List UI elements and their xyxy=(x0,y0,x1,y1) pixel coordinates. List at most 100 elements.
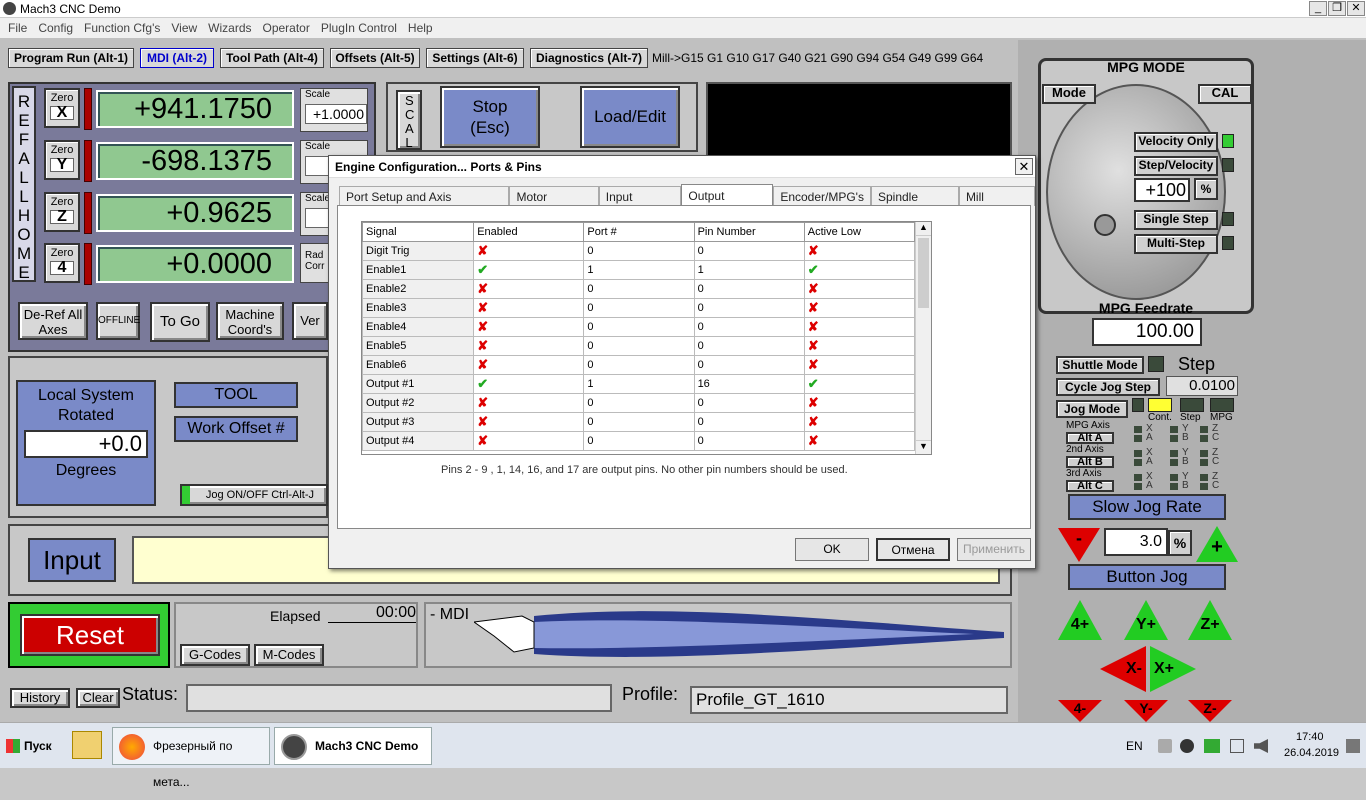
tab-output-signals[interactable]: Output Signals xyxy=(681,184,774,225)
signal-cell[interactable]: Output #3 xyxy=(362,412,475,432)
column-header-port[interactable]: Port # xyxy=(583,222,695,242)
pin-cell[interactable]: 0 xyxy=(693,393,805,413)
table-row[interactable]: Output #3 ✘ 0 0 ✘ xyxy=(362,412,916,432)
menu-file[interactable]: File xyxy=(8,21,27,35)
port-cell[interactable]: 0 xyxy=(583,279,695,299)
machine-coords-button[interactable]: Machine Coord's xyxy=(216,302,284,340)
table-row[interactable]: Output #4 ✘ 0 0 ✘ xyxy=(362,431,916,451)
active-low-cell[interactable]: ✘ xyxy=(803,412,916,432)
tab-mdi[interactable]: MDI (Alt-2) xyxy=(140,48,214,68)
signal-cell[interactable]: Enable6 xyxy=(362,355,475,375)
step-velocity-button[interactable]: Step/Velocity xyxy=(1134,156,1218,176)
table-row[interactable]: Enable3 ✘ 0 0 ✘ xyxy=(362,298,916,318)
column-header-signal[interactable]: Signal xyxy=(362,222,475,242)
port-cell[interactable]: 0 xyxy=(583,393,695,413)
ref-all-home-button[interactable]: REF ALL HOME xyxy=(12,86,36,282)
zero-x-button[interactable]: Zero X xyxy=(44,88,80,128)
multi-step-button[interactable]: Multi-Step xyxy=(1134,234,1218,254)
signal-cell[interactable]: Digit Trig xyxy=(362,241,475,261)
active-low-cell[interactable]: ✘ xyxy=(803,336,916,356)
alt-c-button[interactable]: Alt C xyxy=(1066,480,1114,492)
table-row[interactable]: Output #1 ✔ 1 16 ✔ xyxy=(362,374,916,394)
tab-spindle-setup[interactable]: Spindle Setup xyxy=(870,186,959,224)
taskbar-mach3[interactable]: Mach3 CNC Demo xyxy=(274,727,432,765)
menu-config[interactable]: Config xyxy=(38,21,73,35)
tab-diagnostics[interactable]: Diagnostics (Alt-7) xyxy=(530,48,648,68)
menu-function-cfgs[interactable]: Function Cfg's xyxy=(84,21,160,35)
x-scale-value[interactable]: +1.0000 xyxy=(305,104,367,124)
load-edit-button[interactable]: Load/Edit xyxy=(580,86,680,148)
single-step-button[interactable]: Single Step xyxy=(1134,210,1218,230)
enabled-cell[interactable]: ✘ xyxy=(473,279,585,299)
table-row[interactable]: Enable5 ✘ 0 0 ✘ xyxy=(362,336,916,356)
tab-settings[interactable]: Settings (Alt-6) xyxy=(426,48,524,68)
signal-cell[interactable]: Output #2 xyxy=(362,393,475,413)
column-header-active-low[interactable]: Active Low xyxy=(803,222,916,242)
gcodes-button[interactable]: G-Codes xyxy=(180,644,250,666)
tab-tool-path[interactable]: Tool Path (Alt-4) xyxy=(220,48,324,68)
scroll-thumb[interactable] xyxy=(918,238,929,308)
menu-operator[interactable]: Operator xyxy=(263,21,310,35)
signal-cell[interactable]: Output #1 xyxy=(362,374,475,394)
velocity-only-button[interactable]: Velocity Only xyxy=(1134,132,1218,152)
tab-input-signals[interactable]: Input Signals xyxy=(598,186,682,224)
port-cell[interactable]: 1 xyxy=(583,374,695,394)
menu-view[interactable]: View xyxy=(171,21,197,35)
a-dro[interactable]: +0.0000 xyxy=(96,245,294,283)
enabled-cell[interactable]: ✘ xyxy=(473,241,585,261)
offline-button[interactable]: OFFLINE xyxy=(96,302,140,340)
rotation-value[interactable]: +0.0 xyxy=(24,430,148,458)
jog-on-off-button[interactable]: Jog ON/OFF Ctrl-Alt-J xyxy=(180,484,328,506)
enabled-cell[interactable]: ✘ xyxy=(473,317,585,337)
port-cell[interactable]: 0 xyxy=(583,412,695,432)
notification-icon[interactable] xyxy=(1346,739,1360,753)
scroll-down-icon[interactable]: ▼ xyxy=(916,440,931,454)
active-low-cell[interactable]: ✘ xyxy=(803,298,916,318)
scale-toggle-button[interactable]: SCAL xyxy=(396,90,422,150)
tab-program-run[interactable]: Program Run (Alt-1) xyxy=(8,48,134,68)
jog-rate-value[interactable]: 3.0 xyxy=(1104,528,1168,556)
to-go-button[interactable]: To Go xyxy=(150,302,210,342)
y-dro[interactable]: -698.1375 xyxy=(96,142,294,180)
display-icon[interactable] xyxy=(1230,739,1244,753)
port-cell[interactable]: 0 xyxy=(583,317,695,337)
signal-cell[interactable]: Enable2 xyxy=(362,279,475,299)
minimize-button[interactable]: _ xyxy=(1309,1,1327,16)
jog-mode-button[interactable]: Jog Mode xyxy=(1056,400,1128,418)
close-button[interactable]: ✕ xyxy=(1347,1,1365,16)
history-button[interactable]: History xyxy=(10,688,70,708)
language-indicator[interactable]: EN xyxy=(1126,739,1143,753)
active-low-cell[interactable]: ✘ xyxy=(803,317,916,337)
port-cell[interactable]: 0 xyxy=(583,241,695,261)
signal-cell[interactable]: Enable1 xyxy=(362,260,475,280)
tab-encoder-mpgs[interactable]: Encoder/MPG's xyxy=(773,186,871,206)
table-row[interactable]: Enable2 ✘ 0 0 ✘ xyxy=(362,279,916,299)
start-button[interactable]: Пуск xyxy=(2,733,54,759)
restore-button[interactable]: ❐ xyxy=(1328,1,1346,16)
enabled-cell[interactable]: ✔ xyxy=(473,260,585,280)
dialog-close-button[interactable]: ✕ xyxy=(1015,158,1033,175)
cancel-button[interactable]: Отмена xyxy=(876,538,950,561)
tab-port-setup[interactable]: Port Setup and Axis Selection xyxy=(339,186,510,224)
x-dro[interactable]: +941.1750 xyxy=(96,90,294,128)
zero-z-button[interactable]: Zero Z xyxy=(44,192,80,232)
enabled-cell[interactable]: ✘ xyxy=(473,298,585,318)
security-icon[interactable] xyxy=(1180,739,1194,753)
tab-motor-outputs[interactable]: Motor Outputs xyxy=(509,186,599,224)
active-low-cell[interactable]: ✘ xyxy=(803,279,916,299)
port-cell[interactable]: 0 xyxy=(583,355,695,375)
clock-time[interactable]: 17:40 xyxy=(1296,731,1324,743)
stop-button[interactable]: Stop (Esc) xyxy=(440,86,540,148)
reset-button[interactable]: Reset xyxy=(20,614,160,656)
port-cell[interactable]: 0 xyxy=(583,431,695,451)
menu-wizards[interactable]: Wizards xyxy=(208,21,251,35)
port-cell[interactable]: 0 xyxy=(583,336,695,356)
table-row[interactable]: Enable4 ✘ 0 0 ✘ xyxy=(362,317,916,337)
enabled-cell[interactable]: ✘ xyxy=(473,412,585,432)
pin-cell[interactable]: 0 xyxy=(693,355,805,375)
column-header-enabled[interactable]: Enabled xyxy=(473,222,585,242)
apply-button[interactable]: Применить xyxy=(957,538,1031,561)
grid-scrollbar[interactable]: ▲ ▼ xyxy=(915,222,931,454)
enabled-cell[interactable]: ✘ xyxy=(473,431,585,451)
signal-cell[interactable]: Enable5 xyxy=(362,336,475,356)
